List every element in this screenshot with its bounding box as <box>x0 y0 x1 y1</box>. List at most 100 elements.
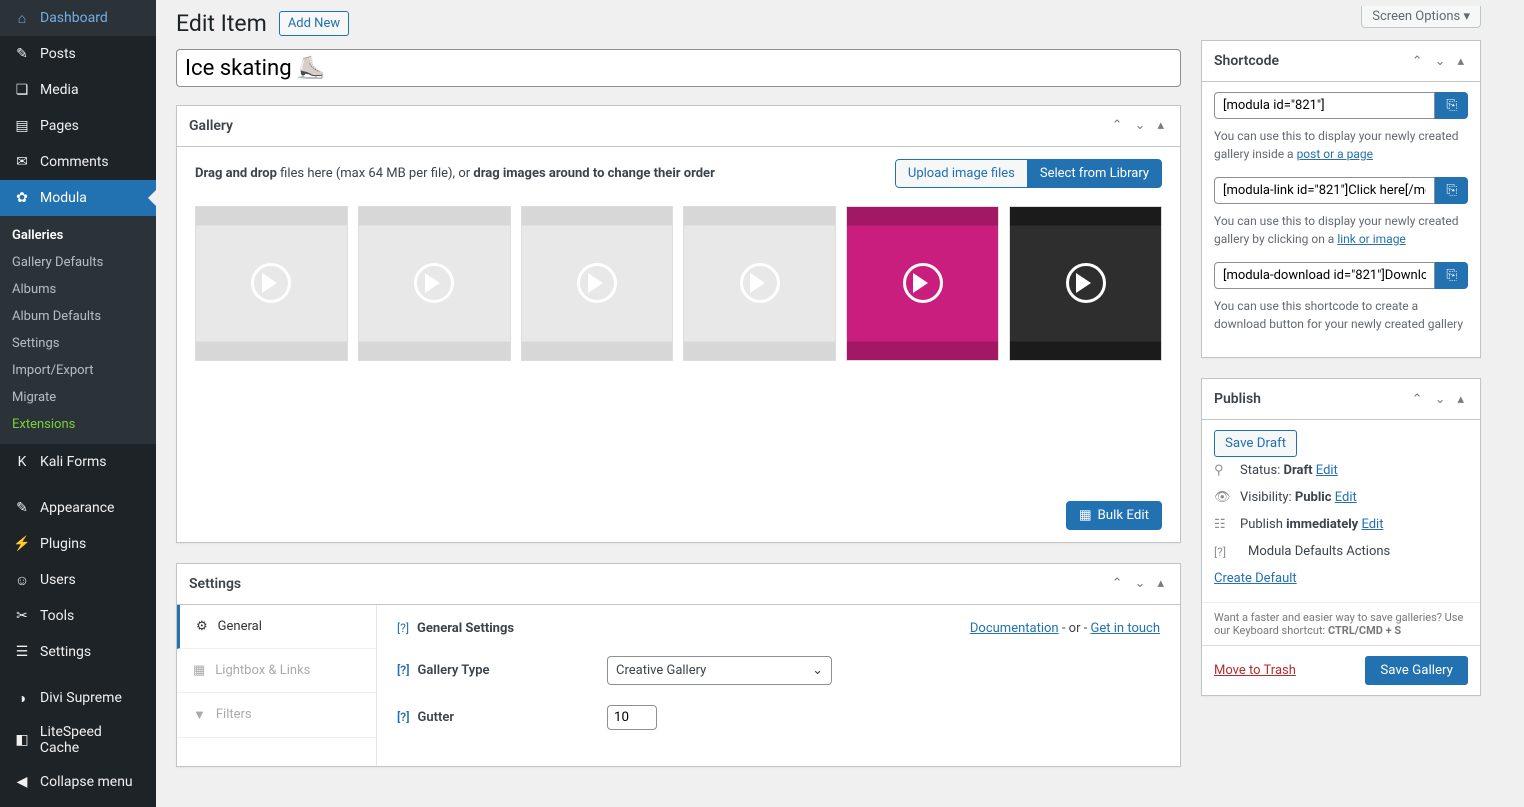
link-icon: ▦ <box>193 663 205 678</box>
visibility-value: Public <box>1295 490 1332 505</box>
sub-import-export[interactable]: Import/Export <box>0 357 156 384</box>
label: Appearance <box>40 500 114 516</box>
sidebar-item-settings[interactable]: ☰Settings <box>0 634 156 670</box>
brush-icon: ✎ <box>12 498 32 518</box>
chevron-down-icon[interactable]: ⌄ <box>1431 50 1450 73</box>
sub-extensions[interactable]: Extensions <box>0 411 156 438</box>
main-content: Edit Item Add New Gallery ⌃ ⌄ ▴ Drag and… <box>156 0 1201 807</box>
gallery-thumb[interactable] <box>521 206 674 361</box>
copy-button[interactable]: ⎘ <box>1435 262 1468 289</box>
save-gallery-button[interactable]: Save Gallery <box>1365 656 1468 685</box>
gallery-type-select[interactable]: Creative Gallery⌄ <box>607 656 832 685</box>
gallery-type-label: Gallery Type <box>417 663 489 678</box>
add-new-button[interactable]: Add New <box>279 11 349 36</box>
sidebar-item-posts[interactable]: ✎Posts <box>0 36 156 72</box>
tab-lightbox[interactable]: ▦Lightbox & Links <box>177 649 376 693</box>
edit-visibility-link[interactable]: Edit <box>1335 490 1357 505</box>
caret-up-icon[interactable]: ▴ <box>1153 114 1168 137</box>
move-to-trash-link[interactable]: Move to Trash <box>1214 663 1296 678</box>
gallery-thumb[interactable] <box>1009 206 1162 361</box>
help-icon[interactable]: [?] <box>397 710 409 724</box>
sub-migrate[interactable]: Migrate <box>0 384 156 411</box>
sidebar-item-litespeed[interactable]: ◧LiteSpeed Cache <box>0 716 156 764</box>
sub-album-defaults[interactable]: Album Defaults <box>0 303 156 330</box>
gallery-thumb[interactable] <box>358 206 511 361</box>
chevron-down-icon[interactable]: ⌄ <box>1131 572 1150 595</box>
clipboard-icon: ⎘ <box>1446 268 1457 283</box>
screen-options-button[interactable]: Screen Options ▾ <box>1361 6 1481 28</box>
sub-albums[interactable]: Albums <box>0 276 156 303</box>
bulk-edit-button[interactable]: ▦Bulk Edit <box>1066 501 1162 530</box>
help-icon[interactable]: [?] <box>397 621 409 635</box>
label: Modula <box>40 190 87 206</box>
settings-box: Settings ⌃ ⌄ ▴ ⚙General ▦Lightbox & Link… <box>176 563 1181 767</box>
sidebar-item-comments[interactable]: ✉Comments <box>0 144 156 180</box>
sub-gallery-defaults[interactable]: Gallery Defaults <box>0 249 156 276</box>
chevron-down-icon: ⌄ <box>812 663 823 678</box>
chevron-down-icon[interactable]: ⌄ <box>1431 388 1450 411</box>
gear-icon: ✿ <box>12 188 32 208</box>
sidebar-item-pages[interactable]: ▤Pages <box>0 108 156 144</box>
sidebar-submenu: Galleries Gallery Defaults Albums Album … <box>0 216 156 444</box>
chevron-up-icon[interactable]: ⌃ <box>1408 50 1427 73</box>
gutter-input[interactable] <box>607 705 657 730</box>
sidebar-item-modula[interactable]: ✿ Modula <box>0 180 156 216</box>
filter-icon: ▼ <box>193 707 206 723</box>
select-library-button[interactable]: Select from Library <box>1028 159 1162 188</box>
label: Media <box>40 82 79 98</box>
chevron-up-icon[interactable]: ⌃ <box>1408 388 1427 411</box>
gallery-title: Gallery <box>189 106 233 146</box>
sidebar-item-tools[interactable]: ✂Tools <box>0 598 156 634</box>
save-draft-button[interactable]: Save Draft <box>1214 430 1297 457</box>
label: Bulk Edit <box>1097 508 1149 523</box>
gallery-thumb[interactable] <box>846 206 999 361</box>
chevron-up-icon[interactable]: ⌃ <box>1108 114 1127 137</box>
sidebar-item-collapse[interactable]: ◀Collapse menu <box>0 764 156 800</box>
documentation-link[interactable]: Documentation <box>970 621 1059 636</box>
copy-button[interactable]: ⎘ <box>1435 177 1468 204</box>
hint-1: You can use this to display your newly c… <box>1214 127 1468 163</box>
get-in-touch-link[interactable]: Get in touch <box>1091 621 1160 636</box>
caret-up-icon[interactable]: ▴ <box>1453 50 1468 73</box>
shortcode-input-1[interactable] <box>1214 92 1435 119</box>
gallery-box-header: Gallery ⌃ ⌄ ▴ <box>177 106 1180 147</box>
eye-icon: 👁 <box>1214 490 1232 505</box>
calendar-icon: ☷ <box>1214 517 1232 532</box>
drop-post: drag images around to change their order <box>473 166 714 181</box>
sub-settings[interactable]: Settings <box>0 330 156 357</box>
shortcode-input-3[interactable] <box>1214 262 1435 289</box>
label: Posts <box>40 46 76 62</box>
copy-button[interactable]: ⎘ <box>1435 92 1468 119</box>
sidebar-item-plugins[interactable]: ⚡Plugins <box>0 526 156 562</box>
caret-up-icon[interactable]: ▴ <box>1153 572 1168 595</box>
sidebar-item-users[interactable]: ☺Users <box>0 562 156 598</box>
page-header: Edit Item Add New <box>176 10 1181 37</box>
sub-galleries[interactable]: Galleries <box>0 222 156 249</box>
help-icon[interactable]: [?] <box>397 663 409 677</box>
edit-status-link[interactable]: Edit <box>1316 463 1338 478</box>
collapse-icon: ◀ <box>12 772 32 792</box>
link-image-link[interactable]: link or image <box>1337 232 1405 246</box>
settings-title: Settings <box>189 564 241 604</box>
tab-filters[interactable]: ▼Filters <box>177 693 376 738</box>
gallery-thumb[interactable] <box>683 206 836 361</box>
caret-up-icon[interactable]: ▴ <box>1453 388 1468 411</box>
gallery-thumb[interactable] <box>195 206 348 361</box>
sidebar-item-dashboard[interactable]: ⌂Dashboard <box>0 0 156 36</box>
sidebar-item-kaliforms[interactable]: KKali Forms <box>0 444 156 480</box>
sidebar-item-media[interactable]: ❏Media <box>0 72 156 108</box>
label: Settings <box>40 644 91 660</box>
chevron-down-icon[interactable]: ⌄ <box>1131 114 1150 137</box>
clipboard-icon: ⎘ <box>1446 183 1457 198</box>
upload-files-button[interactable]: Upload image files <box>895 159 1028 188</box>
help-icon[interactable]: [?] <box>1214 545 1232 559</box>
edit-publish-link[interactable]: Edit <box>1361 517 1383 532</box>
sidebar-item-appearance[interactable]: ✎ Appearance <box>0 490 156 526</box>
tab-general[interactable]: ⚙General <box>177 605 376 649</box>
sidebar-item-divi[interactable]: ◑Divi Supreme <box>0 680 156 716</box>
post-page-link[interactable]: post or a page <box>1297 147 1373 161</box>
shortcode-input-2[interactable] <box>1214 177 1435 204</box>
item-title-input[interactable] <box>176 49 1181 87</box>
create-default-link[interactable]: Create Default <box>1214 571 1297 586</box>
chevron-up-icon[interactable]: ⌃ <box>1108 572 1127 595</box>
